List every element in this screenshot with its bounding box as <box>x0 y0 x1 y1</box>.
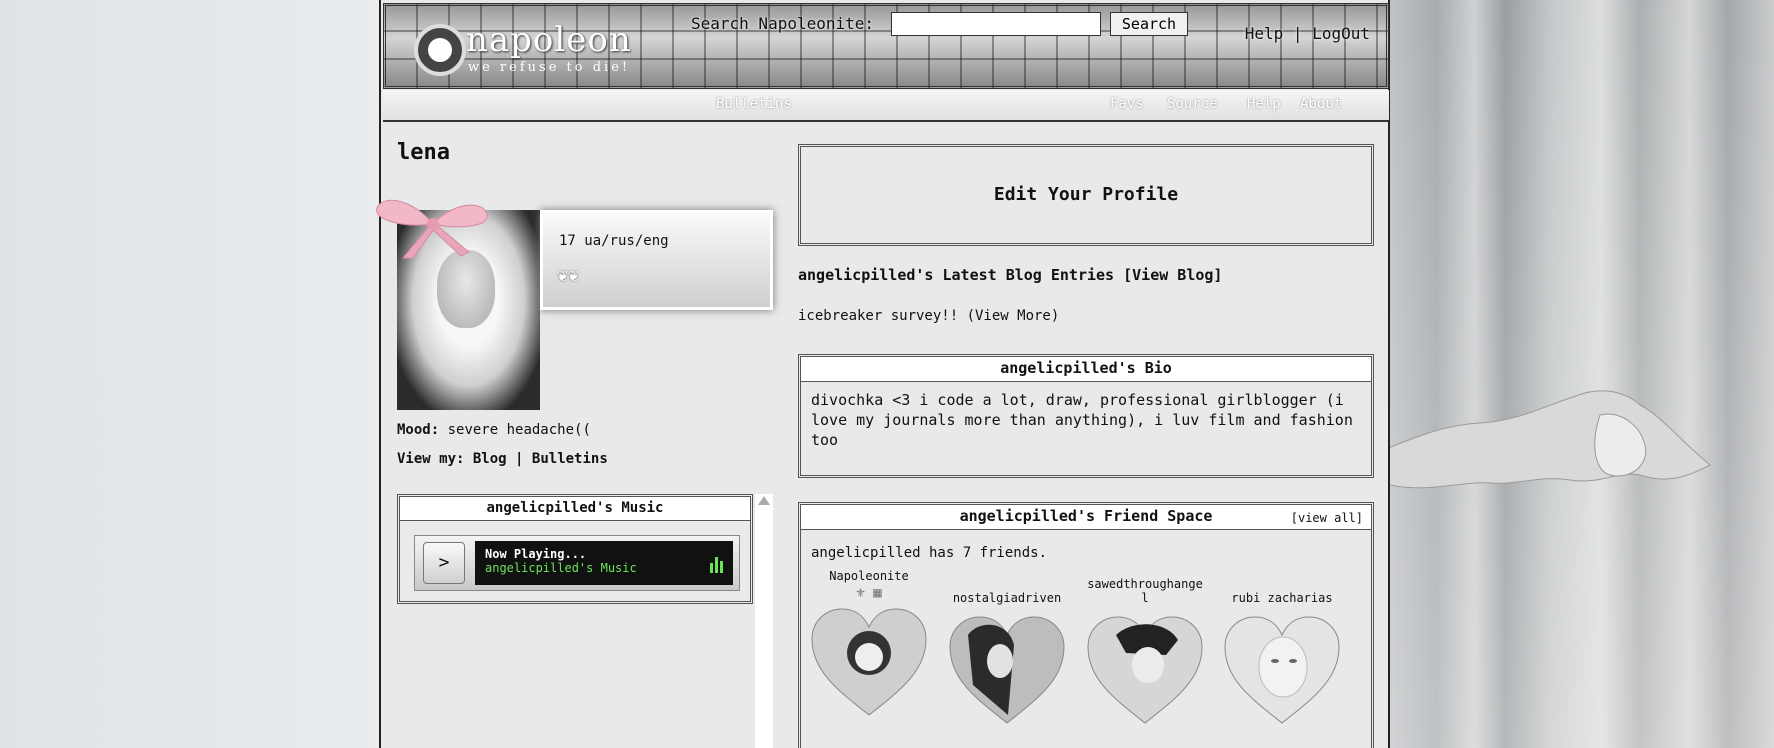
friend-name[interactable]: Napoleonite <box>809 565 929 587</box>
nav-item-bulletins[interactable]: Bulletins <box>716 96 792 112</box>
friend-card[interactable]: Napoleonite ⚜ ▦ <box>809 565 929 720</box>
left-column: lena 17 ua/rus/eng ❦❦ Mood: severe heada… <box>376 140 773 467</box>
view-my-separator: | <box>515 451 524 467</box>
top-links: Help | LogOut <box>1245 24 1370 43</box>
angel-statue-image <box>1370 390 1711 489</box>
pink-bow-icon <box>376 199 488 259</box>
friend-avatar[interactable] <box>810 607 928 717</box>
search-label: Search Napoleonite: <box>691 14 875 33</box>
view-my-label: View my: <box>397 451 465 467</box>
search-button[interactable]: Search <box>1110 12 1188 36</box>
friend-avatar[interactable] <box>1223 615 1341 725</box>
nav-item-favs[interactable]: Favs <box>1110 96 1144 112</box>
friend-name[interactable]: nostalgiadriven <box>947 569 1067 609</box>
logo-text[interactable]: napoleon <box>466 20 632 60</box>
bulletins-link[interactable]: Bulletins <box>532 451 608 467</box>
mood-value: severe headache(( <box>447 422 591 438</box>
player-screen: Now Playing... angelicpilled's Music <box>475 541 733 585</box>
nav-item-source[interactable]: Source <box>1167 96 1218 112</box>
music-box: angelicpilled's Music > Now Playing... a… <box>397 494 753 604</box>
site-header: napoleon we refuse to die! Search Napole… <box>383 3 1389 89</box>
profile-info-text: 17 ua/rus/eng <box>559 233 669 249</box>
blog-entry-link[interactable]: icebreaker survey!! (View More) <box>798 308 1059 324</box>
music-player: > Now Playing... angelicpilled's Music <box>414 535 740 591</box>
music-title: angelicpilled's Music <box>400 497 750 521</box>
now-playing-label: Now Playing... <box>485 547 587 561</box>
top-links-separator: | <box>1292 24 1303 43</box>
edit-profile-box: Edit Your Profile <box>798 144 1374 246</box>
latest-blog-title[interactable]: angelicpilled's Latest Blog Entries [Vie… <box>798 266 1222 284</box>
play-button[interactable]: > <box>423 542 465 584</box>
friend-space-title-text: angelicpilled's Friend Space <box>959 507 1213 525</box>
wings-icon: ❦❦ <box>557 265 579 286</box>
friend-name[interactable]: sawedthroughangel <box>1085 569 1205 609</box>
mood: Mood: severe headache(( <box>397 422 591 438</box>
logo-tagline: we refuse to die! <box>468 60 631 75</box>
friend-badge-icons: ⚜ ▦ <box>856 585 882 601</box>
view-my-links: View my: Blog | Bulletins <box>397 451 608 467</box>
profile-info-card: 17 ua/rus/eng ❦❦ <box>540 210 773 310</box>
profile-page: napoleon we refuse to die! Search Napole… <box>376 0 1390 748</box>
friend-avatar[interactable] <box>948 615 1066 725</box>
blog-link[interactable]: Blog <box>473 451 507 467</box>
friend-name[interactable]: rubi zacharias <box>1222 569 1342 609</box>
bio-text: divochka <3 i code a lot, draw, professi… <box>811 391 1353 449</box>
track-name: angelicpilled's Music <box>485 561 637 575</box>
nav-item-about[interactable]: About <box>1300 96 1342 112</box>
bio-box: angelicpilled's Bio divochka <3 i code a… <box>798 354 1374 478</box>
logout-link[interactable]: LogOut <box>1312 24 1370 43</box>
scroll-up-arrow-icon[interactable] <box>758 496 770 505</box>
friend-space-title: angelicpilled's Friend Space [view all] <box>801 505 1371 530</box>
friend-avatar[interactable] <box>1086 615 1204 725</box>
profile-photo-face <box>437 250 495 328</box>
nav-bar: Bulletins Favs Source Help About <box>383 90 1389 122</box>
nav-item-help[interactable]: Help <box>1247 96 1281 112</box>
profile-card: 17 ua/rus/eng ❦❦ <box>376 199 773 410</box>
mood-label: Mood: <box>397 422 440 438</box>
friend-count: angelicpilled has 7 friends. <box>811 545 1048 561</box>
help-link[interactable]: Help <box>1245 24 1284 43</box>
friend-space-box: angelicpilled's Friend Space [view all] … <box>798 502 1374 748</box>
forest-background <box>1390 0 1774 748</box>
friend-card[interactable]: nostalgiadriven <box>947 569 1067 728</box>
friend-card[interactable]: sawedthroughangel <box>1085 569 1205 728</box>
search-input[interactable] <box>891 12 1101 36</box>
edit-profile-link[interactable]: Edit Your Profile <box>994 184 1178 205</box>
left-scrollbar[interactable] <box>755 494 773 748</box>
profile-username: lena <box>397 140 450 165</box>
bio-title: angelicpilled's Bio <box>801 357 1371 382</box>
logo-icon[interactable] <box>414 24 466 76</box>
friend-card[interactable]: rubi zacharias <box>1222 569 1342 728</box>
equalizer-icon <box>708 557 723 573</box>
view-all-friends-link[interactable]: [view all] <box>1291 507 1363 530</box>
